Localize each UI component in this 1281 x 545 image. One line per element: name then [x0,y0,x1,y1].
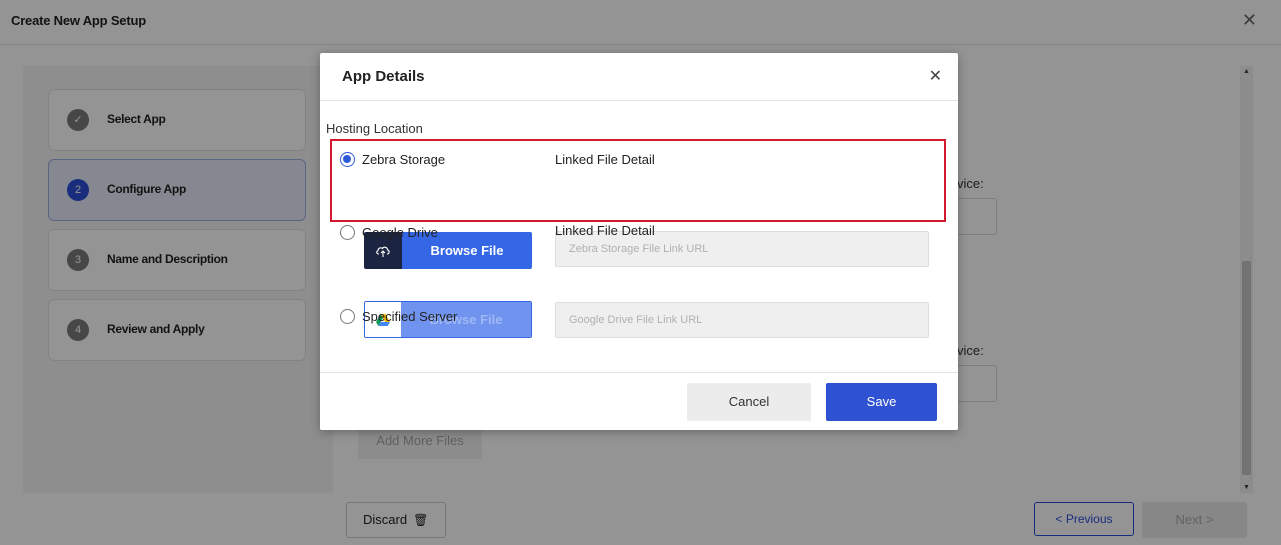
app-details-modal: App Details ✕ Hosting Location Zebra Sto… [320,53,958,430]
zebra-storage-label: Zebra Storage [362,152,446,167]
modal-body: Hosting Location Zebra Storage Linked Fi… [320,102,958,372]
modal-title: App Details [342,68,425,85]
hosting-location-label: Hosting Location [326,121,423,136]
specified-server-label: Specified Server [362,309,458,324]
google-drive-url-input[interactable] [555,302,929,338]
linked-file-detail-label: Linked File Detail [555,152,655,167]
modal-header: App Details ✕ [320,53,958,101]
google-drive-radio[interactable] [340,225,355,240]
modal-footer: Cancel Save [320,372,958,430]
linked-file-detail-label: Linked File Detail [555,223,655,238]
save-button[interactable]: Save [826,383,937,421]
google-drive-label: Google Drive [362,225,438,240]
cancel-button[interactable]: Cancel [687,383,811,421]
specified-server-radio[interactable] [340,309,355,324]
zebra-storage-radio[interactable] [340,152,355,167]
close-icon[interactable]: ✕ [929,66,942,86]
